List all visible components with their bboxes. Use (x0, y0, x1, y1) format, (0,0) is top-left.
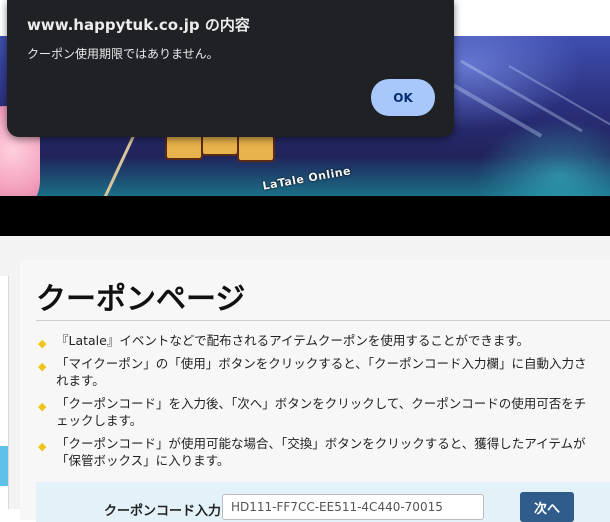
coupon-content: クーポンページ ◆ 『Latale』イベントなどで配布されるアイテムクーポンを使… (20, 260, 610, 522)
dialog-title: www.happytuk.co.jp の内容 (27, 16, 250, 34)
bullet-diamond-icon: ◆ (38, 337, 47, 350)
coupon-code-form: クーポンコード入力 次へ (36, 482, 610, 522)
page-title: クーポンページ (36, 282, 246, 317)
coupon-instructions: ◆ 『Latale』イベントなどで配布されるアイテムクーポンを使用することができ… (36, 332, 610, 475)
ok-button[interactable]: OK (371, 79, 435, 116)
bullet-diamond-icon: ◆ (38, 400, 47, 413)
alert-dialog: www.happytuk.co.jp の内容 クーポン使用期限ではありません。 … (7, 0, 454, 137)
coupon-code-label: クーポンコード入力 (104, 504, 222, 519)
instruction-item: ◆ 「マイクーポン」の「使用」ボタンをクリックすると、「クーポンコード入力欄」に… (38, 356, 587, 388)
instruction-item: ◆ 「クーポンコード」を入力後、「次へ」ボタンをクリックして、クーポンコードの使… (38, 396, 587, 428)
next-button[interactable]: 次へ (520, 492, 574, 522)
side-panel-accent (0, 446, 8, 486)
instruction-item: ◆ 『Latale』イベントなどで配布されるアイテムクーポンを使用することができ… (38, 333, 530, 350)
latale-logo-text: LaTale Online (261, 164, 352, 193)
header-nav-bar (0, 196, 610, 236)
coupon-page: クーポンページ ◆ 『Latale』イベントなどで配布されるアイテムクーポンを使… (0, 236, 610, 522)
dialog-message: クーポン使用期限ではありません。 (27, 47, 219, 61)
coupon-code-input[interactable] (222, 494, 484, 520)
bullet-diamond-icon: ◆ (38, 440, 47, 453)
bullet-diamond-icon: ◆ (38, 360, 47, 373)
title-divider (36, 320, 610, 321)
instruction-item: ◆ 「クーポンコード」が使用可能な場合、「交換」ボタンをクリックすると、獲得した… (38, 436, 586, 468)
